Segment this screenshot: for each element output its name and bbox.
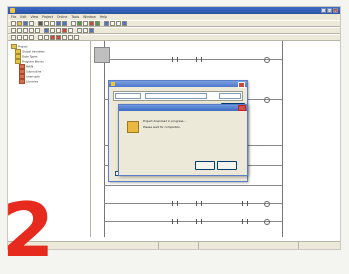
watch-icon[interactable] <box>110 21 115 26</box>
compare-icon[interactable] <box>23 35 28 40</box>
paste-icon[interactable] <box>50 21 55 26</box>
contact[interactable] <box>172 219 178 224</box>
contact[interactable] <box>196 219 202 224</box>
contact[interactable] <box>172 57 178 62</box>
replace-icon[interactable] <box>83 28 88 33</box>
contact[interactable] <box>196 201 202 206</box>
copy-icon[interactable] <box>44 21 49 26</box>
close-icon[interactable]: × <box>333 8 338 13</box>
line-icon[interactable] <box>35 28 40 33</box>
open-icon[interactable] <box>17 21 22 26</box>
ok-button[interactable] <box>195 161 215 170</box>
upload-icon[interactable] <box>83 21 88 26</box>
find-icon[interactable] <box>77 28 82 33</box>
coil[interactable] <box>264 201 270 207</box>
monitor-icon[interactable] <box>104 21 109 26</box>
toolbar-instructions <box>8 34 340 41</box>
document-icon <box>19 79 25 84</box>
tree-item[interactable]: Libraries <box>19 79 38 84</box>
contact[interactable] <box>242 219 248 224</box>
save-icon[interactable] <box>23 21 28 26</box>
return-icon[interactable] <box>74 35 79 40</box>
dialog-title-bar <box>109 81 247 88</box>
box-icon[interactable] <box>29 28 34 33</box>
coil[interactable] <box>264 219 270 225</box>
rung[interactable] <box>104 59 282 60</box>
contact[interactable] <box>172 201 178 206</box>
app-icon <box>10 8 15 13</box>
shift-icon[interactable] <box>44 35 49 40</box>
contact-icon[interactable] <box>11 28 16 33</box>
insert-rung-icon[interactable] <box>44 28 49 33</box>
title-bar: _ □ × <box>8 7 340 14</box>
info-icon <box>127 121 139 133</box>
option-field[interactable] <box>115 93 141 99</box>
right-power-rail <box>282 41 283 237</box>
selected-network-cell[interactable] <box>94 47 110 63</box>
compile-icon[interactable] <box>71 21 76 26</box>
minimize-icon[interactable]: _ <box>321 8 326 13</box>
toolbar-standard <box>8 20 340 27</box>
rung[interactable] <box>104 185 282 186</box>
rung[interactable] <box>104 221 282 222</box>
undo-icon[interactable] <box>56 21 61 26</box>
contact[interactable] <box>242 201 248 206</box>
rung[interactable] <box>104 203 282 204</box>
stop-icon[interactable] <box>89 21 94 26</box>
toolbar-ladder <box>8 27 340 34</box>
maximize-icon[interactable]: □ <box>327 8 332 13</box>
reset-icon[interactable] <box>56 35 61 40</box>
jump-icon[interactable] <box>62 35 67 40</box>
goto-icon[interactable] <box>89 28 94 33</box>
option-field[interactable] <box>219 93 241 99</box>
status-cell <box>198 242 241 249</box>
message-line: Please wait for completion. <box>143 125 181 129</box>
set-icon[interactable] <box>50 35 55 40</box>
redo-icon[interactable] <box>62 21 67 26</box>
contact-nc-icon[interactable] <box>17 28 22 33</box>
dialog-close-icon[interactable] <box>238 82 245 88</box>
print-icon[interactable] <box>29 21 34 26</box>
dialog-app-icon <box>111 82 115 86</box>
counter-icon[interactable] <box>17 35 22 40</box>
delete-branch-icon[interactable] <box>62 28 67 33</box>
call-icon[interactable] <box>68 35 73 40</box>
contact[interactable] <box>196 57 202 62</box>
left-power-rail <box>104 41 105 237</box>
run-icon[interactable] <box>95 21 100 26</box>
message-title-bar <box>119 105 247 111</box>
message-line: Project download in progress... <box>143 119 187 123</box>
download-icon[interactable] <box>77 21 82 26</box>
option-field[interactable] <box>145 93 207 99</box>
coil[interactable] <box>264 57 270 63</box>
step-number: 2 <box>2 186 54 274</box>
insert-branch-icon[interactable] <box>56 28 61 33</box>
move-icon[interactable] <box>38 35 43 40</box>
coil-icon[interactable] <box>23 28 28 33</box>
status-cell <box>158 242 201 249</box>
help-icon[interactable] <box>122 21 127 26</box>
message-close-icon[interactable] <box>238 105 246 111</box>
comment-icon[interactable] <box>68 28 73 33</box>
new-icon[interactable] <box>11 21 16 26</box>
zoom-icon[interactable] <box>116 21 121 26</box>
coil[interactable] <box>264 97 270 103</box>
delete-rung-icon[interactable] <box>50 28 55 33</box>
math-icon[interactable] <box>29 35 34 40</box>
message-dialog: Project download in progress... Please w… <box>118 104 248 176</box>
cut-icon[interactable] <box>38 21 43 26</box>
cancel-button[interactable] <box>217 161 237 170</box>
timer-icon[interactable] <box>11 35 16 40</box>
status-cell <box>298 242 340 249</box>
